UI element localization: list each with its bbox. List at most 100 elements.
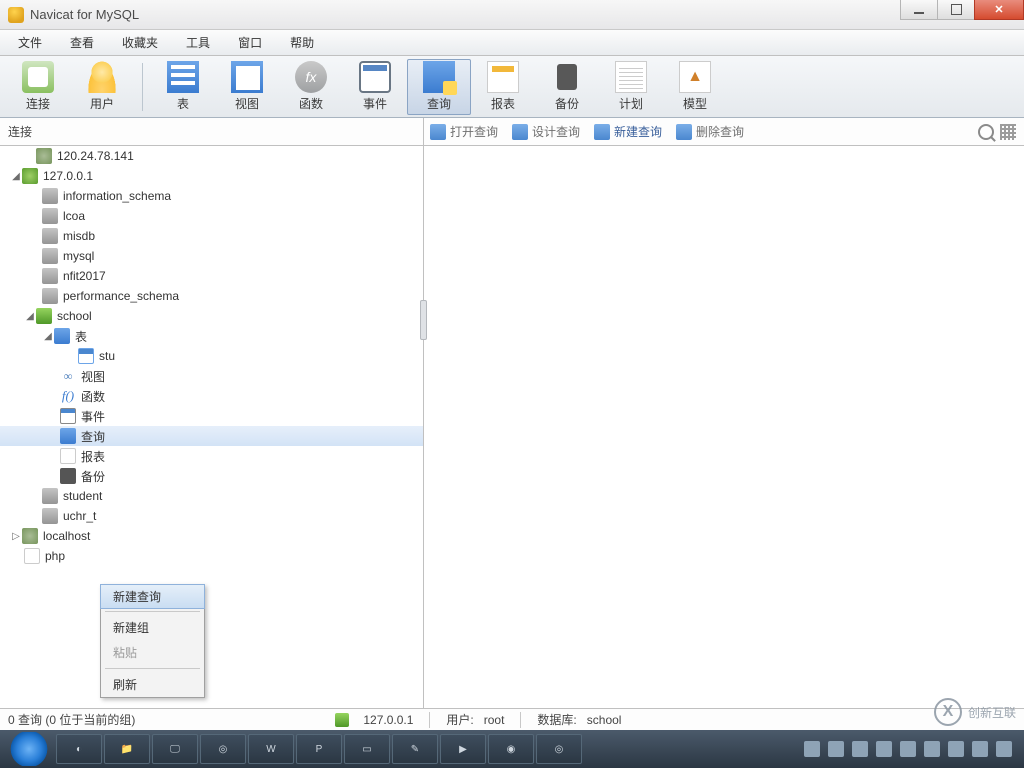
tree-db[interactable]: uchr_t (0, 506, 423, 526)
db-icon (42, 248, 58, 264)
menu-view[interactable]: 查看 (56, 30, 108, 55)
tool-report[interactable]: 报表 (471, 59, 535, 115)
query-actions: 打开查询 设计查询 新建查询 删除查询 (424, 118, 1024, 145)
tree-db[interactable]: performance_schema (0, 286, 423, 306)
tree-server[interactable]: ◢127.0.0.1 (0, 166, 423, 186)
tray-icon[interactable] (852, 741, 868, 757)
task-item[interactable]: 📁 (104, 734, 150, 764)
tree-server[interactable]: 120.24.78.141 (0, 146, 423, 166)
tree-db[interactable]: misdb (0, 226, 423, 246)
task-item[interactable]: ▶ (440, 734, 486, 764)
reports-icon (60, 448, 76, 464)
tree-queries[interactable]: 查询 (0, 426, 423, 446)
sub-toolbar: 连接 打开查询 设计查询 新建查询 删除查询 (0, 118, 1024, 146)
tree-backups[interactable]: 备份 (0, 466, 423, 486)
window-controls (901, 0, 1024, 20)
task-item[interactable]: 🖵 (152, 734, 198, 764)
task-item[interactable]: W (248, 734, 294, 764)
tree-server[interactable]: ▷localhost (0, 526, 423, 546)
context-menu: 新建查询 新建组 粘贴 刷新 (100, 584, 205, 698)
ctx-separator (105, 668, 200, 669)
menu-file[interactable]: 文件 (4, 30, 56, 55)
tree-reports[interactable]: 报表 (0, 446, 423, 466)
toolbar-separator (142, 63, 143, 111)
task-item[interactable]: ▭ (344, 734, 390, 764)
tray-icon[interactable] (804, 741, 820, 757)
statusbar: 0 查询 (0 位于当前的组) 127.0.0.1 用户: root 数据库: … (0, 708, 1024, 730)
tool-view[interactable]: 视图 (215, 59, 279, 115)
content-panel (424, 146, 1024, 742)
tray-icon[interactable] (900, 741, 916, 757)
tree-db[interactable]: ◢school (0, 306, 423, 326)
file-icon (24, 548, 40, 564)
delete-query-icon (676, 124, 692, 140)
action-delete-query[interactable]: 删除查询 (676, 123, 744, 140)
minimize-button[interactable] (900, 0, 938, 20)
tool-backup[interactable]: 备份 (535, 59, 599, 115)
tree-events[interactable]: 事件 (0, 406, 423, 426)
action-new-query[interactable]: 新建查询 (594, 123, 662, 140)
status-db-icon (335, 713, 349, 727)
ctx-refresh[interactable]: 刷新 (101, 672, 204, 697)
tree-table[interactable]: stu (0, 346, 423, 366)
toolbar: 连接 用户 表 视图 函数 事件 查询 报表 备份 计划 模型 (0, 56, 1024, 118)
server-icon (36, 148, 52, 164)
tree-db[interactable]: student (0, 486, 423, 506)
tree-views[interactable]: ∞视图 (0, 366, 423, 386)
tool-plan[interactable]: 计划 (599, 59, 663, 115)
menu-favorites[interactable]: 收藏夹 (108, 30, 172, 55)
menu-help[interactable]: 帮助 (276, 30, 328, 55)
ctx-new-group[interactable]: 新建组 (101, 615, 204, 640)
tray-icon[interactable] (996, 741, 1012, 757)
action-open-query[interactable]: 打开查询 (430, 123, 498, 140)
tree-tables[interactable]: ◢表 (0, 326, 423, 346)
task-item[interactable]: P (296, 734, 342, 764)
new-query-icon (594, 124, 610, 140)
func-icon (295, 61, 327, 93)
task-item[interactable]: ✎ (392, 734, 438, 764)
close-button[interactable] (974, 0, 1024, 20)
titlebar: Navicat for MySQL (0, 0, 1024, 30)
ctx-paste[interactable]: 粘贴 (101, 640, 204, 665)
tool-model[interactable]: 模型 (663, 59, 727, 115)
db-icon (42, 488, 58, 504)
taskbar: ◐ 📁 🖵 ◎ W P ▭ ✎ ▶ ◉ ◎ (0, 730, 1024, 768)
tray-icon[interactable] (948, 741, 964, 757)
splitter-handle[interactable] (420, 300, 427, 340)
funcs-icon: f() (60, 388, 76, 404)
tool-query[interactable]: 查询 (407, 59, 471, 115)
task-item[interactable]: ◉ (488, 734, 534, 764)
server-icon (22, 528, 38, 544)
menu-window[interactable]: 窗口 (224, 30, 276, 55)
tree-db[interactable]: lcoa (0, 206, 423, 226)
status-conn: 127.0.0.1 (363, 713, 413, 727)
tray-icon[interactable] (972, 741, 988, 757)
model-icon (679, 61, 711, 93)
window-title: Navicat for MySQL (30, 7, 139, 22)
tool-user[interactable]: 用户 (70, 59, 134, 115)
start-button[interactable] (4, 732, 54, 766)
tree-file[interactable]: php (0, 546, 423, 566)
task-item[interactable]: ◐ (56, 734, 102, 764)
tray-icon[interactable] (828, 741, 844, 757)
tree-db[interactable]: nfit2017 (0, 266, 423, 286)
maximize-button[interactable] (937, 0, 975, 20)
search-icon[interactable] (978, 124, 994, 140)
ctx-new-query[interactable]: 新建查询 (100, 584, 205, 609)
tree-db[interactable]: information_schema (0, 186, 423, 206)
tray-icon[interactable] (924, 741, 940, 757)
tree-db[interactable]: mysql (0, 246, 423, 266)
tool-func[interactable]: 函数 (279, 59, 343, 115)
tray-icon[interactable] (876, 741, 892, 757)
tree-funcs[interactable]: f()函数 (0, 386, 423, 406)
tool-connect[interactable]: 连接 (6, 59, 70, 115)
task-item[interactable]: ◎ (200, 734, 246, 764)
db-icon (42, 228, 58, 244)
action-design-query[interactable]: 设计查询 (512, 123, 580, 140)
menu-tools[interactable]: 工具 (172, 30, 224, 55)
main-body: 120.24.78.141 ◢127.0.0.1 information_sch… (0, 146, 1024, 742)
tool-event[interactable]: 事件 (343, 59, 407, 115)
grid-view-icon[interactable] (1000, 124, 1016, 140)
task-item[interactable]: ◎ (536, 734, 582, 764)
tool-table[interactable]: 表 (151, 59, 215, 115)
